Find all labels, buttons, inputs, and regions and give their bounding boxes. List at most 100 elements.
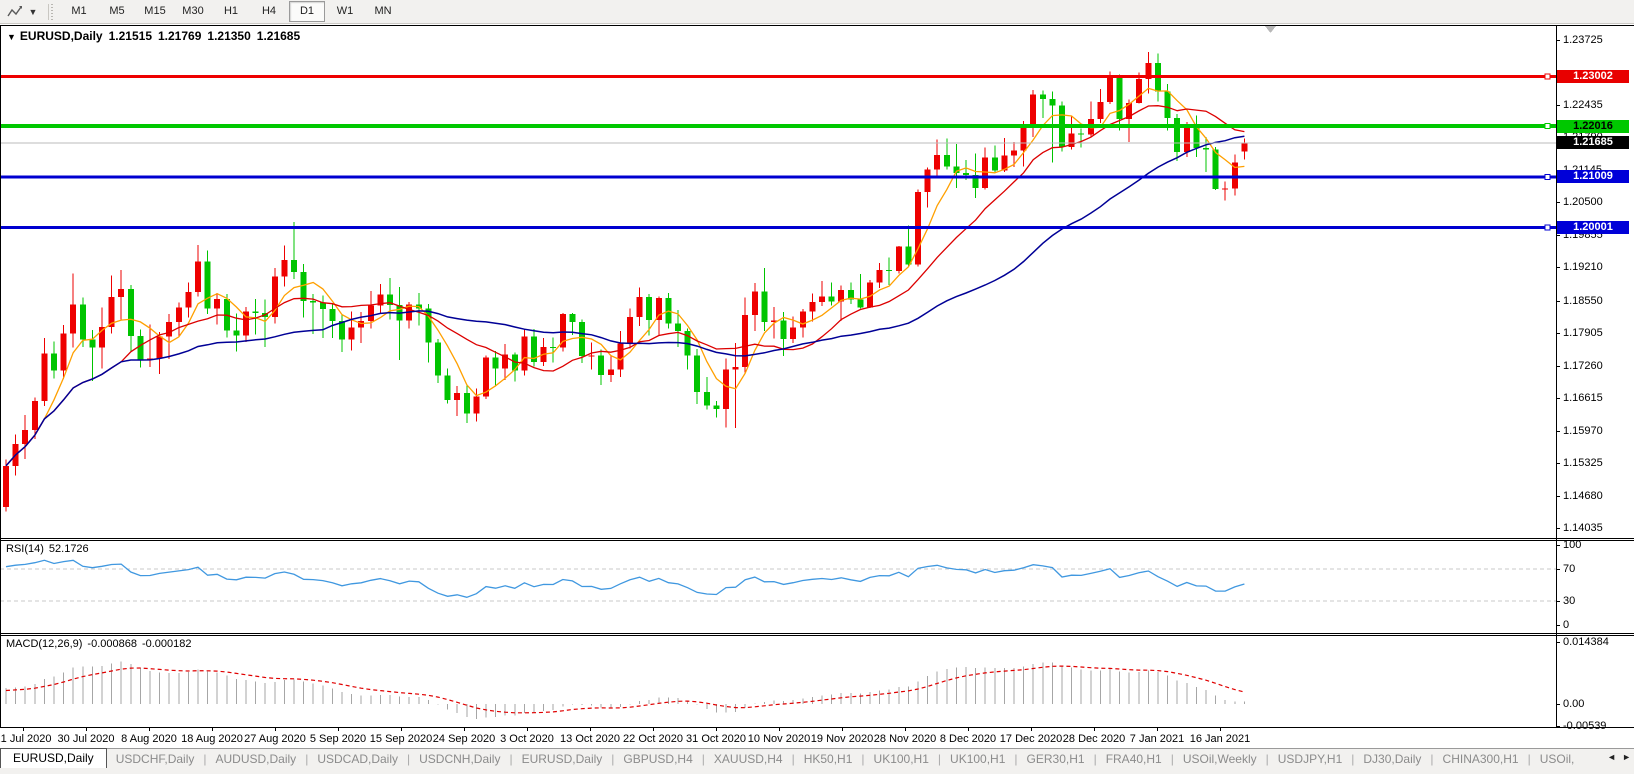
chart-title: ▼EURUSD,Daily1.215151.217691.213501.2168… [7,29,306,43]
price-axis[interactable]: 1.237251.224351.217901.211451.205001.198… [1556,0,1634,774]
collapse-triangle-icon[interactable]: ▼ [7,32,16,42]
date-tick [86,727,87,731]
tab-fra40-h1[interactable]: FRA40,H1 [1097,752,1171,766]
tf-button-m30[interactable]: M30 [175,1,211,22]
hline-end-marker [1545,174,1550,179]
rsi-value: 52.1726 [49,543,89,555]
tab-usdcnh-daily[interactable]: USDCNH,Daily [410,752,509,766]
price-label-1.17260: 1.17260 [1563,360,1603,372]
date-label: 7 Jan 2021 [1130,733,1184,745]
price-label-1.14680: 1.14680 [1563,490,1603,502]
main-pane-top-border [0,25,1634,26]
price-tick [1556,528,1560,529]
tf-button-mn[interactable]: MN [365,1,401,22]
tab-usdcad-daily[interactable]: USDCAD,Daily [308,752,407,766]
price-tick [1556,625,1560,626]
date-label: 8 Dec 2020 [940,733,996,745]
ohlc-close: 1.21685 [257,29,300,43]
rsi-axis-70: 70 [1563,563,1575,575]
hline-end-marker [1545,74,1550,79]
date-tick [1031,727,1032,731]
price-tick [1556,235,1560,236]
tab-china300-h1[interactable]: CHINA300,H1 [1434,752,1528,766]
tab-usoil-weekly[interactable]: USOil,Weekly [1174,752,1266,766]
tab-usdjpy-h1[interactable]: USDJPY,H1 [1269,752,1351,766]
price-tick [1556,301,1560,302]
timeframe-button-group: M1M5M15M30H1H4D1W1MN [60,1,402,22]
tab-eurusd-daily[interactable]: EURUSD,Daily [513,752,612,766]
tool-dropdown-caret-icon[interactable]: ▼ [26,7,40,17]
macd-name: MACD(12,26,9) [6,638,82,650]
tab-uk100-h1[interactable]: UK100,H1 [865,752,938,766]
date-label: 5 Sep 2020 [310,733,366,745]
date-label: 8 Aug 2020 [121,733,177,745]
macd-indicator-canvas[interactable] [0,635,1556,727]
date-label: 10 Nov 2020 [748,733,810,745]
date-label: 28 Nov 2020 [874,733,936,745]
chart-shift-marker[interactable] [1265,26,1276,33]
ma-line-mid [6,106,1244,466]
date-label: 27 Aug 2020 [244,733,306,745]
tab-hk50-h1[interactable]: HK50,H1 [795,752,862,766]
tab-ger30-h1[interactable]: GER30,H1 [1018,752,1094,766]
tab-audusd-daily[interactable]: AUDUSD,Daily [207,752,306,766]
tf-button-h1[interactable]: H1 [213,1,249,22]
tab-usdchf-daily[interactable]: USDCHF,Daily [107,752,204,766]
tab-scroll-arrows: ◄► [1601,752,1631,762]
price-label-1.14035: 1.14035 [1563,522,1603,534]
date-tick [653,727,654,731]
price-tick [1556,40,1560,41]
date-tick [968,727,969,731]
price-tick [1556,726,1560,727]
tab-eurusd-daily[interactable]: EURUSD,Daily [0,748,107,768]
price-badge-1.22016: 1.22016 [1557,120,1629,133]
tf-button-w1[interactable]: W1 [327,1,363,22]
date-label: 22 Oct 2020 [623,733,683,745]
rsi-axis-0: 0 [1563,619,1569,631]
toolbar-divider [0,23,1634,24]
date-tick [1220,727,1221,731]
macd-main-value: -0.000868 [87,638,137,650]
price-label-1.23725: 1.23725 [1563,34,1603,46]
toolbar-grip-handle[interactable] [48,4,54,20]
date-tick [212,727,213,731]
macd-axis-bottom: -0.00539 [1563,720,1606,732]
price-label-1.19210: 1.19210 [1563,261,1603,273]
price-label-1.18550: 1.18550 [1563,295,1603,307]
tf-button-m15[interactable]: M15 [137,1,173,22]
rsi-indicator-canvas[interactable] [0,540,1556,633]
price-label-1.16615: 1.16615 [1563,392,1603,404]
tf-button-m5[interactable]: M5 [99,1,135,22]
tf-button-d1[interactable]: D1 [289,1,325,22]
rsi-axis-100: 100 [1563,539,1581,551]
tab-usoil-[interactable]: USOil, [1531,752,1584,766]
chart-symbol-label: EURUSD,Daily [20,29,103,43]
date-tick [1157,727,1158,731]
tf-button-m1[interactable]: M1 [61,1,97,22]
candlestick-series [3,52,1247,511]
macd-pane-top-border[interactable] [0,635,1634,636]
tab-xauusd-h4[interactable]: XAUUSD,H4 [705,752,792,766]
date-label: 24 Sep 2020 [433,733,495,745]
rsi-pane-top-border[interactable] [0,540,1634,541]
date-tick [275,727,276,731]
tab-uk100-h1[interactable]: UK100,H1 [941,752,1014,766]
tab-scroll-right-icon[interactable]: ► [1622,752,1631,762]
main-pane-bottom-border [0,538,1634,539]
trading-terminal: ▼ M1M5M15M30H1H4D1W1MN ▼ EURUSD,Daily 1.21… [0,0,1634,774]
crosshair-tool-icon[interactable] [4,3,26,21]
date-tick [779,727,780,731]
price-badge-1.23002: 1.23002 [1557,70,1629,83]
tf-button-h4[interactable]: H4 [251,1,287,22]
tab-scroll-left-icon[interactable]: ◄ [1607,752,1616,762]
price-label-1.22435: 1.22435 [1563,99,1603,111]
date-axis[interactable]: 21 Jul 202030 Jul 20208 Aug 202018 Aug 2… [0,727,1556,748]
main-chart-canvas[interactable] [0,25,1556,538]
price-tick [1556,366,1560,367]
price-tick [1556,463,1560,464]
rsi-name: RSI(14) [6,543,44,555]
tab-dj30-daily[interactable]: DJ30,Daily [1354,752,1430,766]
tab-gbpusd-h4[interactable]: GBPUSD,H4 [614,752,701,766]
rsi-line [6,560,1244,597]
status-strip [0,768,1634,774]
